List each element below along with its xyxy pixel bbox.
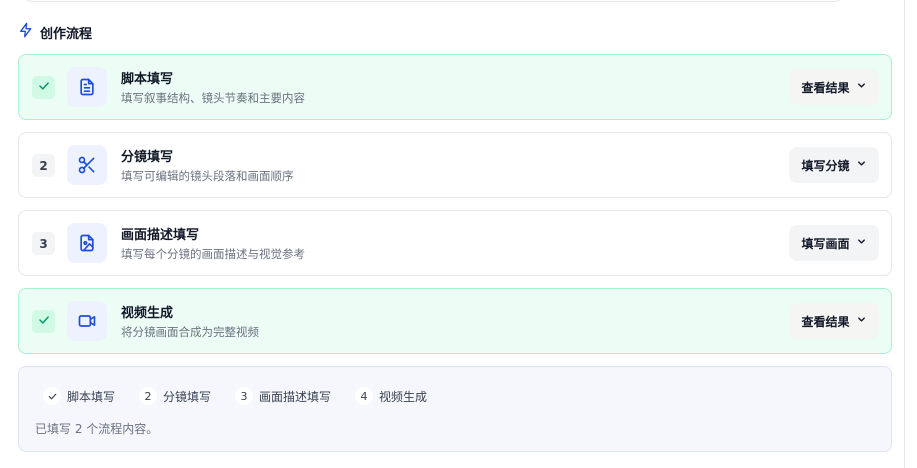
step-status-badge	[32, 310, 55, 333]
video-icon	[67, 301, 107, 341]
step-number-badge: 2	[32, 154, 55, 177]
document-icon	[67, 67, 107, 107]
progress-summary: 脚本填写 2 分镜填写 3 画面描述填写 4 视频生成 已填写 2 个流程内容。	[18, 366, 892, 452]
progress-chip: 2 分镜填写	[139, 387, 211, 405]
scrollbar[interactable]	[904, 0, 917, 468]
chip-label: 脚本填写	[67, 389, 116, 404]
progress-chip: 脚本填写	[43, 387, 115, 405]
chevron-down-icon	[856, 314, 867, 328]
image-file-icon	[67, 223, 107, 263]
scissors-icon	[67, 145, 107, 185]
progress-chips: 脚本填写 2 分镜填写 3 画面描述填写 4 视频生成	[43, 387, 427, 405]
step-card-video: 视频生成 将分镜画面合成为完整视频 查看结果	[18, 288, 892, 354]
chevron-down-icon	[856, 236, 867, 250]
check-icon	[37, 313, 51, 330]
check-icon	[37, 79, 51, 96]
progress-chip: 4 视频生成	[355, 387, 427, 405]
step-title: 画面描述填写	[121, 228, 200, 243]
chevron-down-icon	[856, 80, 867, 94]
section-title: 创作流程	[40, 26, 93, 42]
chip-label: 画面描述填写	[259, 389, 332, 404]
chip-label: 视频生成	[379, 389, 428, 404]
step-description: 填写每个分镜的画面描述与视觉参考	[121, 247, 305, 261]
step-title: 视频生成	[121, 306, 174, 321]
previous-card	[22, 0, 845, 2]
step-title: 分镜填写	[121, 150, 174, 165]
button-label: 填写分镜	[801, 158, 850, 173]
chip-label: 分镜填写	[163, 389, 212, 404]
summary-status-text: 已填写 2 个流程内容。	[35, 422, 159, 436]
chip-number: 2	[139, 387, 158, 405]
step-description: 填写叙事结构、镜头节奏和主要内容	[121, 91, 305, 105]
lightning-icon	[18, 22, 34, 42]
button-label: 填写画面	[801, 236, 850, 251]
check-icon	[43, 387, 61, 405]
step-description: 填写可编辑的镜头段落和画面顺序	[121, 169, 294, 183]
button-label: 查看结果	[801, 314, 850, 329]
chevron-down-icon	[856, 158, 867, 172]
section-header: 创作流程	[18, 22, 92, 42]
step-card-script: 脚本填写 填写叙事结构、镜头节奏和主要内容 查看结果	[18, 54, 892, 120]
chip-number: 3	[235, 387, 254, 405]
workflow-panel: 创作流程 脚本填写 填写叙事结构、镜头节奏和主要内容 查看结果 2 分镜填写 填…	[0, 0, 917, 468]
step-title: 脚本填写	[121, 72, 174, 87]
view-result-button[interactable]: 查看结果	[789, 303, 879, 339]
step-status-badge	[32, 76, 55, 99]
chip-number: 4	[355, 387, 374, 405]
progress-chip: 3 画面描述填写	[235, 387, 331, 405]
step-card-storyboard: 2 分镜填写 填写可编辑的镜头段落和画面顺序 填写分镜	[18, 132, 892, 198]
button-label: 查看结果	[801, 80, 850, 95]
step-card-scene-description: 3 画面描述填写 填写每个分镜的画面描述与视觉参考 填写画面	[18, 210, 892, 276]
view-result-button[interactable]: 查看结果	[789, 69, 879, 105]
fill-scene-button[interactable]: 填写画面	[789, 225, 879, 261]
step-description: 将分镜画面合成为完整视频	[121, 325, 259, 339]
fill-storyboard-button[interactable]: 填写分镜	[789, 147, 879, 183]
step-number-badge: 3	[32, 232, 55, 255]
